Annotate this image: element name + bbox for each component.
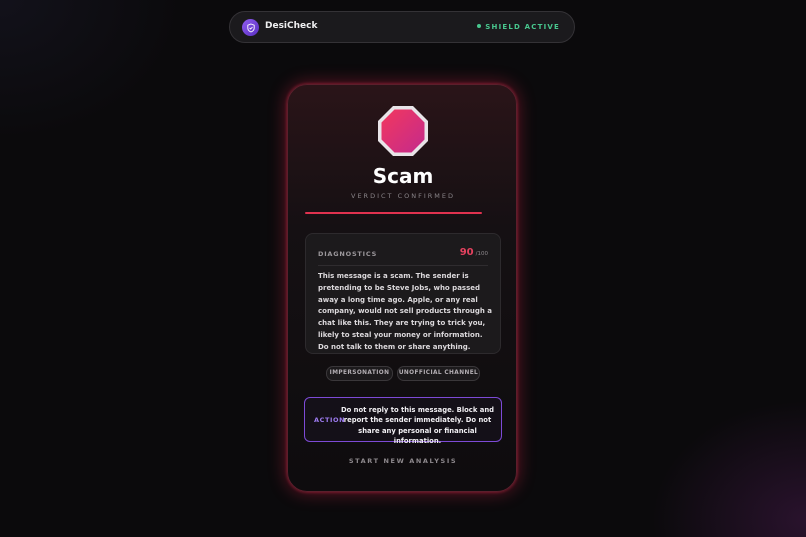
app-title: DesiCheck xyxy=(265,21,318,31)
action-text: Do not reply to this message. Block and … xyxy=(340,406,495,446)
diagnostics-label: DIAGNOSTICS xyxy=(318,250,378,258)
risk-score: 90/100 xyxy=(460,247,488,258)
shield-check-icon xyxy=(242,19,259,36)
shield-status-indicator: SHIELD ACTIVE xyxy=(477,23,560,31)
risk-score-max: /100 xyxy=(475,251,488,257)
tag-list: IMPERSONATION UNOFFICIAL CHANNEL xyxy=(326,366,482,381)
verdict-card: Scam VERDICT CONFIRMED DIAGNOSTICS 90/10… xyxy=(287,84,517,492)
verdict-subtitle: VERDICT CONFIRMED xyxy=(351,192,455,200)
action-panel: ACTION Do not reply to this message. Blo… xyxy=(304,397,502,445)
diagnostics-divider xyxy=(318,265,488,266)
tag-unofficial-channel: UNOFFICIAL CHANNEL xyxy=(397,366,480,381)
top-bar: DesiCheck SHIELD ACTIVE xyxy=(229,11,575,43)
start-new-analysis-button[interactable]: START NEW ANALYSIS xyxy=(288,457,518,465)
risk-score-value: 90 xyxy=(459,247,474,258)
stop-octagon-icon xyxy=(377,105,429,157)
diagnostics-summary: This message is a scam. The sender is pr… xyxy=(318,272,493,351)
diagnostics-panel: DIAGNOSTICS 90/100 This message is a sca… xyxy=(305,233,501,354)
tag-impersonation: IMPERSONATION xyxy=(326,366,393,381)
shield-status-label: SHIELD ACTIVE xyxy=(485,23,560,31)
risk-indicator-bar xyxy=(305,212,482,214)
status-dot-icon xyxy=(477,24,482,28)
verdict-title: Scam xyxy=(372,164,434,188)
